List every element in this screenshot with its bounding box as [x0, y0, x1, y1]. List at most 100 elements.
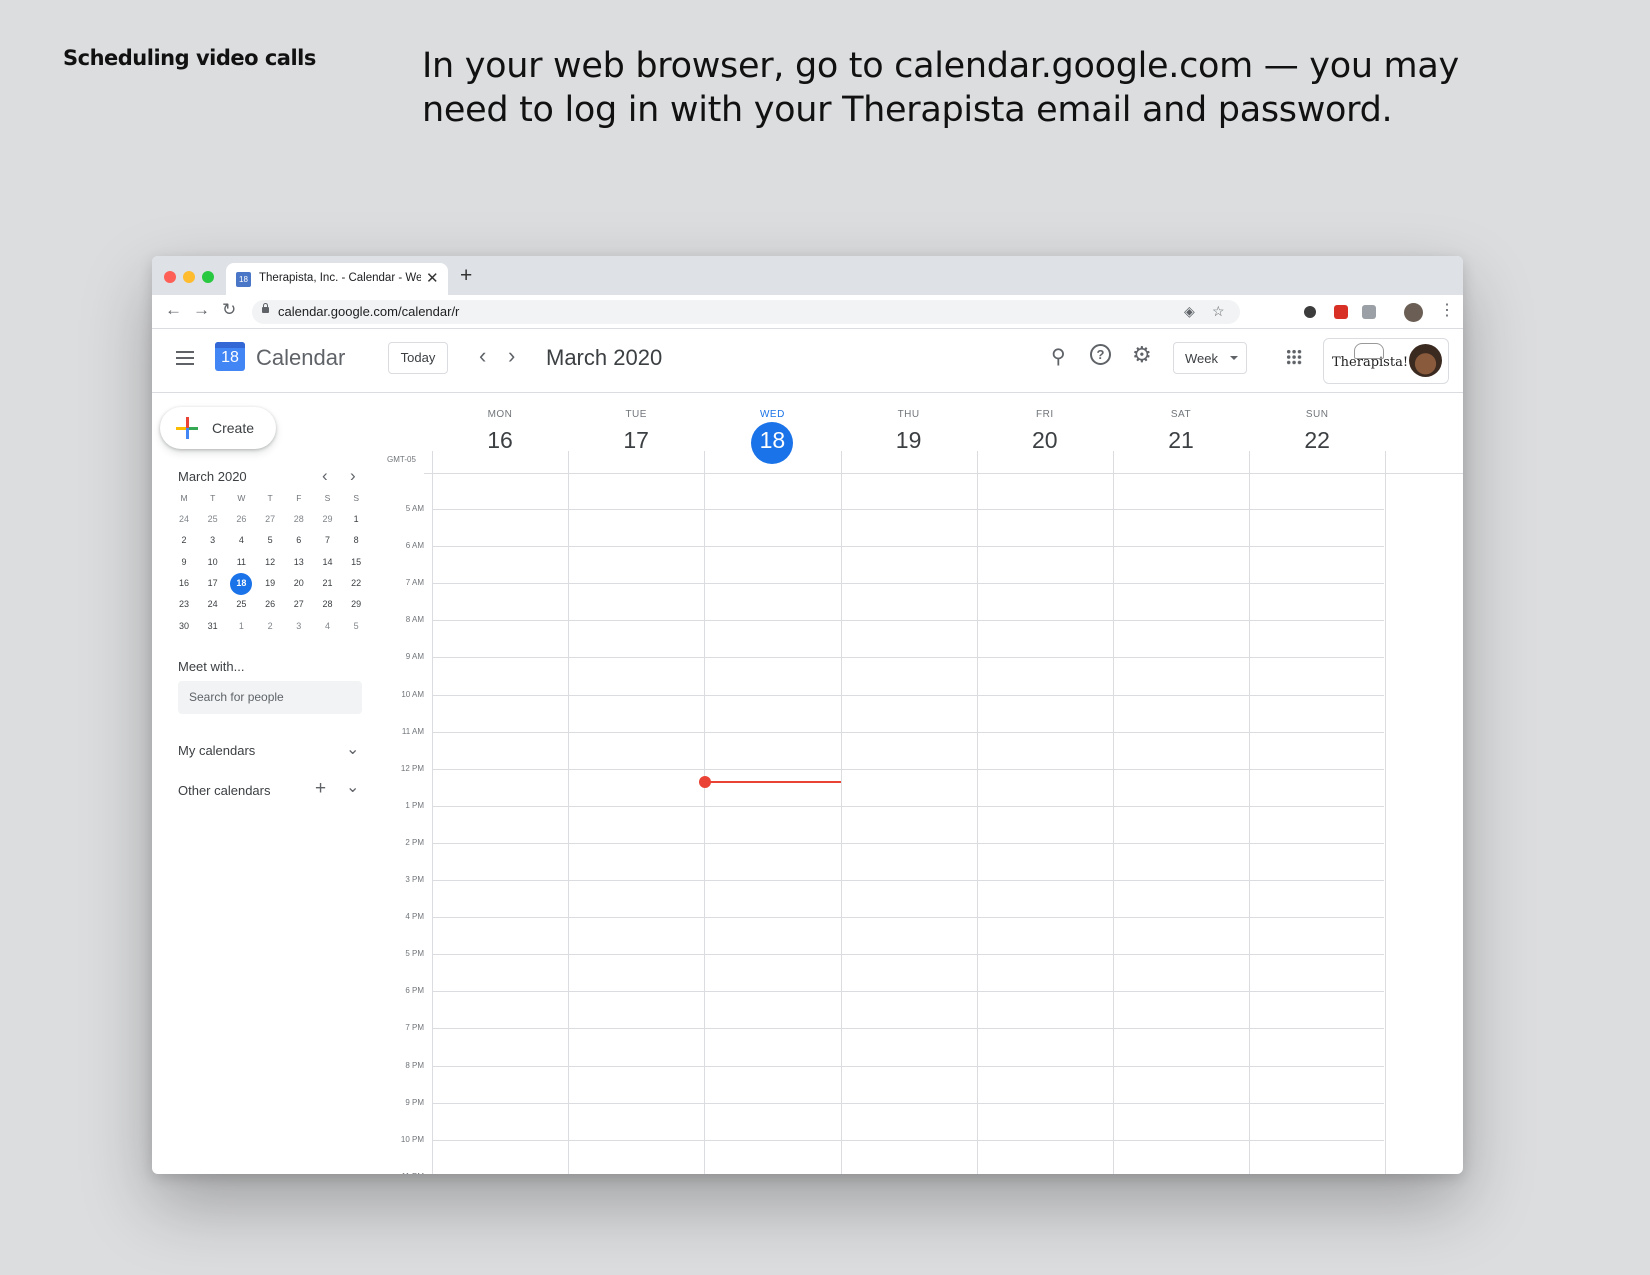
back-icon[interactable]: ← — [165, 300, 182, 320]
hour-label: 12 PM — [400, 763, 424, 773]
day-number[interactable]: 19 — [841, 427, 977, 454]
mini-calendar-day[interactable]: 19 — [256, 578, 284, 588]
day-of-week-label: SAT — [1170, 409, 1192, 420]
mini-calendar-day[interactable]: 28 — [285, 514, 313, 524]
mini-calendar-day[interactable]: 11 — [227, 557, 255, 567]
mini-calendar-day[interactable]: 18 — [227, 578, 255, 588]
add-calendar-icon[interactable]: + — [315, 778, 326, 800]
extension-icon[interactable] — [1362, 305, 1376, 319]
url-text[interactable]: calendar.google.com/calendar/r — [278, 304, 459, 319]
day-number[interactable]: 18 — [704, 427, 840, 454]
mini-calendar-day[interactable]: 5 — [342, 621, 370, 631]
extension-icon[interactable] — [1334, 305, 1348, 319]
mini-calendar-day[interactable]: 25 — [227, 599, 255, 609]
view-selector[interactable]: Week — [1173, 342, 1247, 374]
search-icon[interactable]: ⚲ — [1051, 344, 1066, 369]
help-icon[interactable]: ? — [1090, 344, 1111, 365]
mini-calendar-day[interactable]: 24 — [199, 599, 227, 609]
mini-calendar-day[interactable]: 12 — [256, 557, 284, 567]
maximize-window-button[interactable] — [202, 271, 214, 283]
mini-calendar-day[interactable]: 28 — [314, 599, 342, 609]
star-icon[interactable]: ☆ — [1212, 303, 1225, 320]
close-window-button[interactable] — [164, 271, 176, 283]
today-button[interactable]: Today — [388, 342, 448, 374]
mini-calendar-day[interactable]: 14 — [314, 557, 342, 567]
other-calendars-heading[interactable]: Other calendars — [178, 783, 271, 798]
eye-icon[interactable]: ◈ — [1184, 303, 1195, 320]
meet-with-heading: Meet with... — [178, 659, 245, 674]
hour-label: 5 AM — [405, 504, 424, 513]
extension-icon[interactable] — [1304, 306, 1316, 318]
mini-calendar-title: March 2020 — [178, 469, 247, 484]
day-of-week-label: SUN — [1305, 409, 1329, 420]
mini-calendar-day[interactable]: 16 — [170, 578, 198, 588]
close-tab-icon[interactable]: ✕ — [426, 269, 439, 287]
day-number[interactable]: 17 — [568, 427, 704, 454]
day-number[interactable]: 20 — [977, 427, 1113, 454]
mini-calendar-day[interactable]: 21 — [314, 578, 342, 588]
account-avatar[interactable] — [1409, 344, 1442, 377]
forward-icon[interactable]: → — [193, 300, 210, 320]
mini-calendar-day[interactable]: 31 — [199, 621, 227, 631]
new-tab-icon[interactable]: + — [460, 264, 472, 288]
mini-calendar-day[interactable]: 27 — [285, 599, 313, 609]
hour-gridline — [432, 694, 1384, 696]
mini-next-month-icon[interactable]: › — [350, 466, 356, 486]
settings-icon[interactable]: ⚙ — [1132, 342, 1152, 368]
mini-calendar-day[interactable]: 3 — [199, 535, 227, 545]
mini-calendar-day[interactable]: 26 — [227, 514, 255, 524]
create-button[interactable]: Create — [160, 407, 276, 449]
mini-calendar-day[interactable]: 29 — [342, 599, 370, 609]
mini-calendar-day[interactable]: 17 — [199, 578, 227, 588]
profile-avatar[interactable] — [1404, 303, 1423, 322]
mini-calendar-day[interactable]: 4 — [227, 535, 255, 545]
mini-calendar-day[interactable]: 23 — [170, 599, 198, 609]
mini-calendar-day[interactable]: 26 — [256, 599, 284, 609]
mini-calendar-day[interactable]: 13 — [285, 557, 313, 567]
day-of-week-label: FRI — [1035, 409, 1054, 420]
chevron-down-icon[interactable]: ⌄ — [346, 739, 359, 759]
mini-calendar-day[interactable]: 3 — [285, 621, 313, 631]
mini-calendar-day[interactable]: 29 — [314, 514, 342, 524]
next-week-icon[interactable]: › — [508, 343, 515, 369]
mini-calendar-day[interactable]: 30 — [170, 621, 198, 631]
my-calendars-heading[interactable]: My calendars — [178, 743, 255, 758]
mini-weekday-label: S — [324, 493, 331, 503]
mini-calendar-day[interactable]: 2 — [170, 535, 198, 545]
mini-prev-month-icon[interactable]: ‹ — [322, 466, 328, 486]
mini-calendar-day[interactable]: 1 — [342, 514, 370, 524]
mini-calendar-day[interactable]: 25 — [199, 514, 227, 524]
mini-calendar-day[interactable]: 2 — [256, 621, 284, 631]
mini-calendar-day[interactable]: 22 — [342, 578, 370, 588]
day-number[interactable]: 21 — [1113, 427, 1249, 454]
menu-icon[interactable]: ⋮ — [1439, 300, 1455, 320]
hour-label: 8 AM — [405, 615, 424, 625]
previous-week-icon[interactable]: ‹ — [479, 343, 486, 369]
mini-calendar-day[interactable]: 15 — [342, 557, 370, 567]
lock-icon — [262, 303, 269, 313]
hour-gridline — [432, 1139, 1384, 1141]
browser-tab[interactable]: 18 Therapista, Inc. - Calendar - Week ✕ — [226, 263, 448, 295]
main-menu-icon[interactable] — [176, 351, 194, 369]
day-number[interactable]: 22 — [1249, 427, 1385, 454]
minimize-window-button[interactable] — [183, 271, 195, 283]
mini-calendar-day[interactable]: 6 — [285, 535, 313, 545]
mini-calendar-day[interactable]: 24 — [170, 514, 198, 524]
omnibox[interactable]: calendar.google.com/calendar/r ◈ ☆ — [252, 300, 1240, 324]
account-switcher[interactable]: Therapista! — [1323, 338, 1449, 384]
day-number[interactable]: 16 — [432, 427, 568, 454]
mini-calendar-day[interactable]: 7 — [314, 535, 342, 545]
chevron-down-icon[interactable]: ⌄ — [346, 777, 359, 797]
search-people-input[interactable]: Search for people — [178, 681, 362, 714]
mini-calendar-day[interactable]: 4 — [314, 621, 342, 631]
mini-calendar-day[interactable]: 8 — [342, 535, 370, 545]
hour-gridline — [432, 509, 1384, 510]
mini-calendar-day[interactable]: 20 — [285, 578, 313, 588]
apps-grid-icon[interactable] — [1286, 349, 1302, 365]
mini-calendar-day[interactable]: 10 — [199, 557, 227, 567]
mini-calendar-day[interactable]: 27 — [256, 514, 284, 524]
reload-icon[interactable]: ↻ — [222, 300, 236, 320]
mini-calendar-day[interactable]: 9 — [170, 557, 198, 567]
mini-calendar-day[interactable]: 5 — [256, 535, 284, 545]
mini-calendar-day[interactable]: 1 — [227, 621, 255, 631]
